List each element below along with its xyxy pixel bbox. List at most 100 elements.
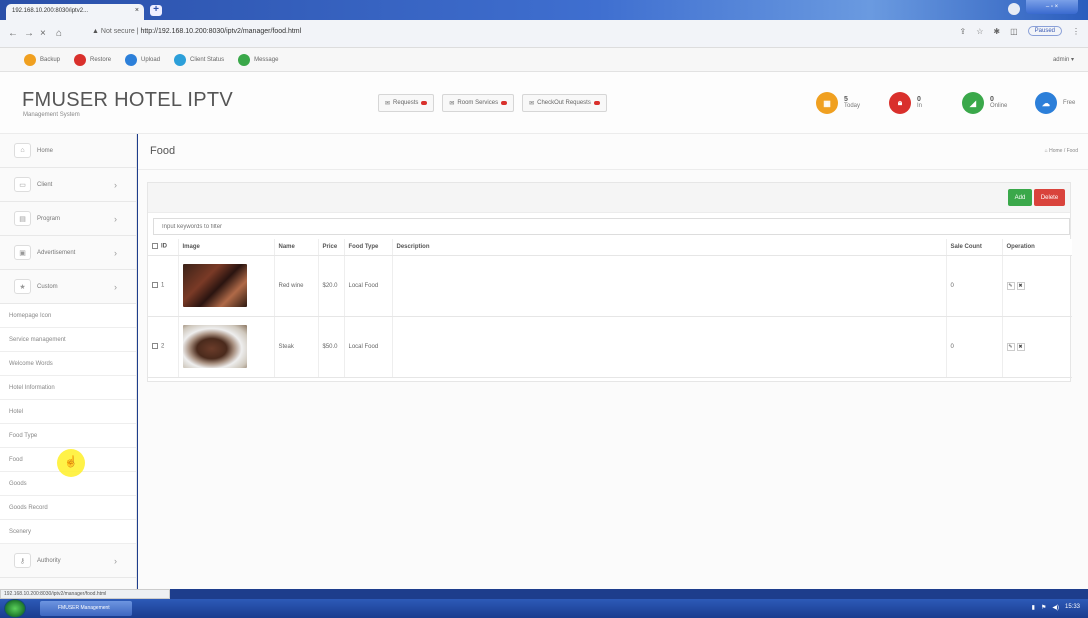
row-checkbox[interactable]	[152, 282, 158, 289]
stat-today-label: Today	[844, 103, 861, 109]
sidebar-item-label: Home	[37, 147, 54, 154]
network-icon[interactable]: ▮	[1032, 604, 1035, 611]
table-header-row: ID Image Name Price Food Type Descriptio…	[148, 239, 1072, 256]
bell-icon: ✉	[449, 100, 455, 107]
star-bookmark-icon[interactable]: ☆	[976, 27, 983, 36]
room-services-button[interactable]: ✉ Room Services	[442, 94, 515, 112]
toolbar: Backup Restore Upload Client Status Mess…	[0, 48, 1088, 72]
client-status-icon	[174, 53, 187, 66]
backup-button[interactable]: Backup	[24, 53, 60, 66]
sidebar-item-authority[interactable]: ⚷ Authority ›	[0, 544, 136, 578]
sidebar-subitem-food-type[interactable]: Food Type	[0, 424, 136, 448]
requests-button[interactable]: ✉ Requests	[378, 94, 435, 112]
screen: 192.168.10.200:8030/iptv2... × + – ▫ × ←…	[0, 0, 1088, 618]
upload-button[interactable]: Upload	[125, 53, 160, 66]
row-description	[392, 255, 947, 317]
row-food-type: Local Food	[344, 316, 393, 378]
stat-online-label: Online	[990, 103, 1008, 109]
home-nav-icon[interactable]: ⌂	[56, 28, 62, 39]
filter-input[interactable]	[153, 218, 1070, 235]
address-bar-actions: ⇪ ☆ ✱ ◫ Paused ⋮	[960, 26, 1080, 36]
delete-button[interactable]: Delete	[1034, 189, 1065, 206]
delete-row-icon[interactable]: ✖	[1016, 342, 1025, 351]
sidebar-panel-icon[interactable]: ◫	[1010, 27, 1018, 36]
add-button[interactable]: Add	[1008, 189, 1032, 206]
paused-button[interactable]: Paused	[1027, 26, 1062, 36]
sidebar-item-home[interactable]: ⌂ Home	[0, 134, 136, 168]
select-all-checkbox[interactable]	[152, 243, 158, 250]
delete-row-icon[interactable]: ✖	[1016, 281, 1025, 290]
row-id: 1	[161, 282, 165, 289]
cloud-icon: ☁	[1035, 92, 1057, 114]
film-icon: ▤	[14, 211, 31, 226]
extensions-icon[interactable]: ✱	[993, 27, 1000, 36]
home-icon: ⌂	[14, 143, 31, 158]
sidebar-subitem-goods-record[interactable]: Goods Record	[0, 496, 136, 520]
sidebar-item-client[interactable]: ▭ Client ›	[0, 168, 136, 202]
back-icon[interactable]: ←	[8, 28, 18, 39]
sidebar-item-custom[interactable]: ★ Custom ›	[0, 270, 136, 304]
requests-label: Requests	[393, 100, 419, 106]
stat-today[interactable]: ▦ 5 Today	[816, 92, 877, 114]
start-button[interactable]	[4, 599, 26, 618]
tab-close-icon[interactable]: ×	[135, 7, 139, 14]
column-sale-count: Sale Count	[946, 239, 1003, 256]
page-title: Food	[150, 145, 176, 157]
user-menu[interactable]: admin ▾	[1053, 56, 1074, 63]
row-id-cell: 2	[148, 316, 179, 378]
breadcrumb-text[interactable]: Home / Food	[1049, 148, 1078, 154]
key-icon: ⚷	[14, 553, 31, 568]
edit-icon[interactable]: ✎	[1006, 281, 1015, 290]
client-status-button[interactable]: Client Status	[174, 53, 224, 66]
monitor-icon: ▭	[14, 177, 31, 192]
row-sale-count: 0	[946, 316, 1003, 378]
stat-in[interactable]: 🔒︎ 0 In	[889, 92, 950, 114]
sidebar-subitem-service-management[interactable]: Service management	[0, 328, 136, 352]
stat-online[interactable]: ◢ 0 Online	[962, 92, 1023, 114]
bell-icon: ✉	[529, 100, 535, 107]
sidebar-item-program[interactable]: ▤ Program ›	[0, 202, 136, 236]
checkout-requests-button[interactable]: ✉ CheckOut Requests	[522, 94, 607, 112]
upload-icon	[125, 53, 138, 66]
clock[interactable]: 15:33	[1065, 604, 1080, 611]
star-icon: ★	[14, 279, 31, 294]
browser-tab[interactable]: 192.168.10.200:8030/iptv2... ×	[6, 4, 144, 20]
stop-icon[interactable]: ×	[40, 28, 46, 39]
column-price: Price	[318, 239, 345, 256]
menu-dots-icon[interactable]: ⋮	[1072, 27, 1080, 36]
edit-icon[interactable]: ✎	[1006, 342, 1015, 351]
brand-title: FMUSER HOTEL IPTV	[22, 89, 234, 111]
page-header: Food ⌂ Home / Food	[138, 134, 1088, 170]
sidebar-subitem-hotel-information[interactable]: Hotel Information	[0, 376, 136, 400]
url-field[interactable]: ▲ Not secure | http://192.168.10.200:803…	[92, 28, 301, 35]
restore-button[interactable]: Restore	[74, 53, 111, 66]
column-operation: Operation	[1002, 239, 1072, 256]
chevron-right-icon: ›	[114, 281, 117, 292]
forward-icon[interactable]: →	[24, 28, 34, 39]
row-name: Steak	[274, 316, 319, 378]
new-tab-button[interactable]: +	[150, 5, 162, 16]
column-name: Name	[274, 239, 319, 256]
taskbar-app-button[interactable]: FMUSER Management	[40, 601, 132, 616]
sidebar-item-advertisement[interactable]: ▣ Advertisement ›	[0, 236, 136, 270]
volume-icon[interactable]: ◀)	[1052, 604, 1059, 611]
row-operation: ✎ ✖	[1002, 316, 1072, 378]
row-checkbox[interactable]	[152, 343, 158, 350]
sidebar-subitem-welcome-words[interactable]: Welcome Words	[0, 352, 136, 376]
sidebar-subitem-hotel[interactable]: Hotel	[0, 400, 136, 424]
sidebar-item-label: Custom	[37, 283, 58, 290]
share-icon[interactable]: ⇪	[960, 27, 967, 36]
table-row[interactable]: 1 Red wine $20.0 Local Food 0 ✎ ✖	[148, 255, 1072, 317]
message-button[interactable]: Message	[238, 53, 278, 66]
sidebar-subitem-homepage-icon[interactable]: Homepage Icon	[0, 304, 136, 328]
table-row[interactable]: 2 Steak $50.0 Local Food 0 ✎ ✖	[148, 316, 1072, 378]
checkout-requests-badge	[593, 101, 600, 105]
sidebar-subitem-scenery[interactable]: Scenery	[0, 520, 136, 544]
stat-free[interactable]: ☁ Free	[1035, 92, 1088, 114]
url-text: http://192.168.10.200:8030/iptv2/manager…	[140, 28, 302, 35]
row-id-cell: 1	[148, 255, 179, 317]
window-controls[interactable]: – ▫ ×	[1026, 0, 1078, 14]
flag-icon[interactable]: ⚑	[1041, 604, 1046, 611]
column-food-type: Food Type	[344, 239, 393, 256]
profile-icon[interactable]	[1008, 3, 1020, 15]
